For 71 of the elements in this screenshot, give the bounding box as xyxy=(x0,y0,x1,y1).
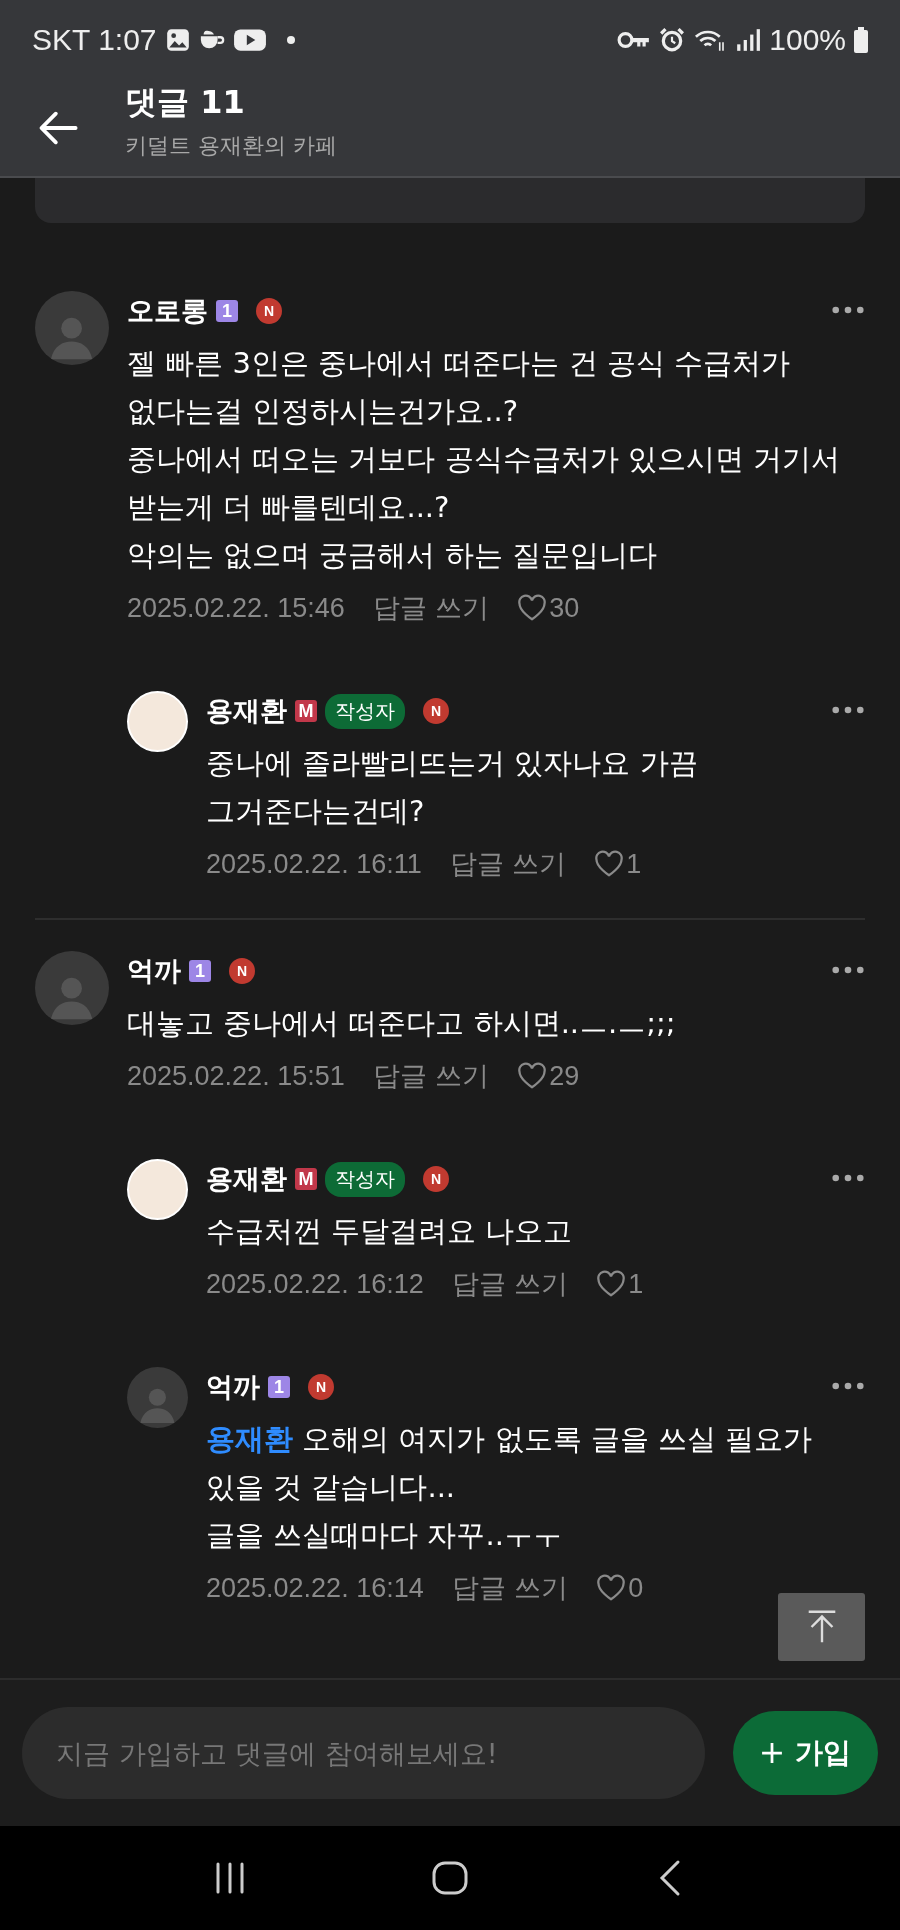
heart-icon[interactable] xyxy=(517,594,548,622)
page-title: 댓글 11 xyxy=(125,82,246,123)
author-name[interactable]: 용재환 xyxy=(206,1161,287,1197)
reply-link[interactable]: 답글 쓰기 xyxy=(451,1570,569,1606)
more-icon[interactable] xyxy=(831,305,865,315)
manager-badge: M xyxy=(295,1168,317,1190)
reply-link[interactable]: 답글 쓰기 xyxy=(372,1058,490,1094)
comment-date: 2025.02.22. 16:12 xyxy=(206,1268,424,1300)
author-name[interactable]: 용재환 xyxy=(206,693,287,729)
signal-icon xyxy=(735,27,762,53)
comment-text: 받는게 더 빠를텐데요...? xyxy=(127,489,451,526)
comment-text: 대놓고 중나에서 떠준다고 하시면..ㅡ.ㅡ;;; xyxy=(127,1005,677,1042)
comment-text: 그거준다는건데? xyxy=(206,793,426,830)
level-badge: 1 xyxy=(268,1376,290,1398)
new-badge: N xyxy=(308,1374,334,1400)
level-badge: 1 xyxy=(189,960,211,982)
carrier-time: SKT 1:07 xyxy=(32,23,157,57)
heart-icon[interactable] xyxy=(594,850,625,878)
avatar-circle[interactable] xyxy=(127,691,188,752)
manager-badge: M xyxy=(295,700,317,722)
comment-text: 젤 빠른 3인은 중나에서 떠준다는 건 공식 수급처가 xyxy=(127,345,791,382)
like-count: 0 xyxy=(628,1572,644,1604)
comment-text: 오해의 여지가 없도록 글을 쓰실 필요가 xyxy=(301,1422,813,1456)
join-button[interactable]: 가입 xyxy=(733,1711,878,1795)
comment-text: 중나에 졸라빨리뜨는거 있자나요 가끔 xyxy=(206,745,699,782)
battery-icon xyxy=(854,27,868,53)
more-icon[interactable] xyxy=(831,965,865,975)
image-icon xyxy=(164,27,191,53)
play-icon xyxy=(232,27,267,53)
reply-link[interactable]: 답글 쓰기 xyxy=(451,1266,569,1302)
new-badge: N xyxy=(423,698,449,724)
comment-input-field[interactable]: 지금 가입하고 댓글에 참여해보세요! xyxy=(22,1707,705,1799)
alarm-clock-icon xyxy=(659,27,686,53)
more-icon[interactable] xyxy=(831,1381,865,1391)
dot-icon xyxy=(286,36,295,44)
comment-date: 2025.02.22. 16:11 xyxy=(206,848,422,880)
author-name[interactable]: 억까 xyxy=(127,953,181,989)
reply-link[interactable]: 답글 쓰기 xyxy=(372,590,490,626)
like-count: 30 xyxy=(549,592,580,624)
like-count: 1 xyxy=(626,848,642,880)
comment-date: 2025.02.22. 15:51 xyxy=(127,1060,345,1092)
heart-icon[interactable] xyxy=(517,1062,548,1090)
reply-link[interactable]: 답글 쓰기 xyxy=(449,846,567,882)
new-badge: N xyxy=(423,1166,449,1192)
author-tag: 작성자 xyxy=(325,693,405,729)
comment-text: 있을 것 같습니다... xyxy=(206,1469,457,1506)
plus-icon xyxy=(760,1742,783,1764)
comment-date: 2025.02.22. 16:14 xyxy=(206,1572,424,1604)
mention-link[interactable]: 용재환 xyxy=(206,1422,293,1456)
more-icon[interactable] xyxy=(831,1173,865,1183)
new-badge: N xyxy=(229,958,255,984)
author-name[interactable]: 오로롱 xyxy=(127,293,208,329)
scroll-to-top-button[interactable] xyxy=(778,1593,865,1661)
like-count: 1 xyxy=(628,1268,644,1300)
avatar-circle[interactable] xyxy=(127,1159,188,1220)
author-tag: 작성자 xyxy=(325,1161,405,1197)
comment-text: 수급처껀 두달걸려요 나오고 xyxy=(206,1213,574,1250)
like-count: 29 xyxy=(549,1060,580,1092)
heart-icon[interactable] xyxy=(596,1270,627,1298)
cafe-name: 키덜트 용재환의 카페 xyxy=(125,132,337,160)
comment-text: 글을 쓰실때마다 자꾸..ㅜㅜ xyxy=(206,1517,563,1554)
author-name[interactable]: 억까 xyxy=(206,1369,260,1405)
level-badge: 1 xyxy=(216,300,238,322)
comment-text: 없다는걸 인정하시는건가요..? xyxy=(127,393,520,430)
battery-percent: 100% xyxy=(769,23,846,57)
comment-text: 악의는 없으며 궁금해서 하는 질문입니다 xyxy=(127,537,658,574)
comment-date: 2025.02.22. 15:46 xyxy=(127,592,345,624)
comment-text: 중나에서 떠오는 거보다 공식수급처가 있으시면 거기서 xyxy=(127,441,842,478)
new-badge: N xyxy=(256,298,282,324)
more-icon[interactable] xyxy=(831,705,865,715)
heart-icon[interactable] xyxy=(596,1574,627,1602)
